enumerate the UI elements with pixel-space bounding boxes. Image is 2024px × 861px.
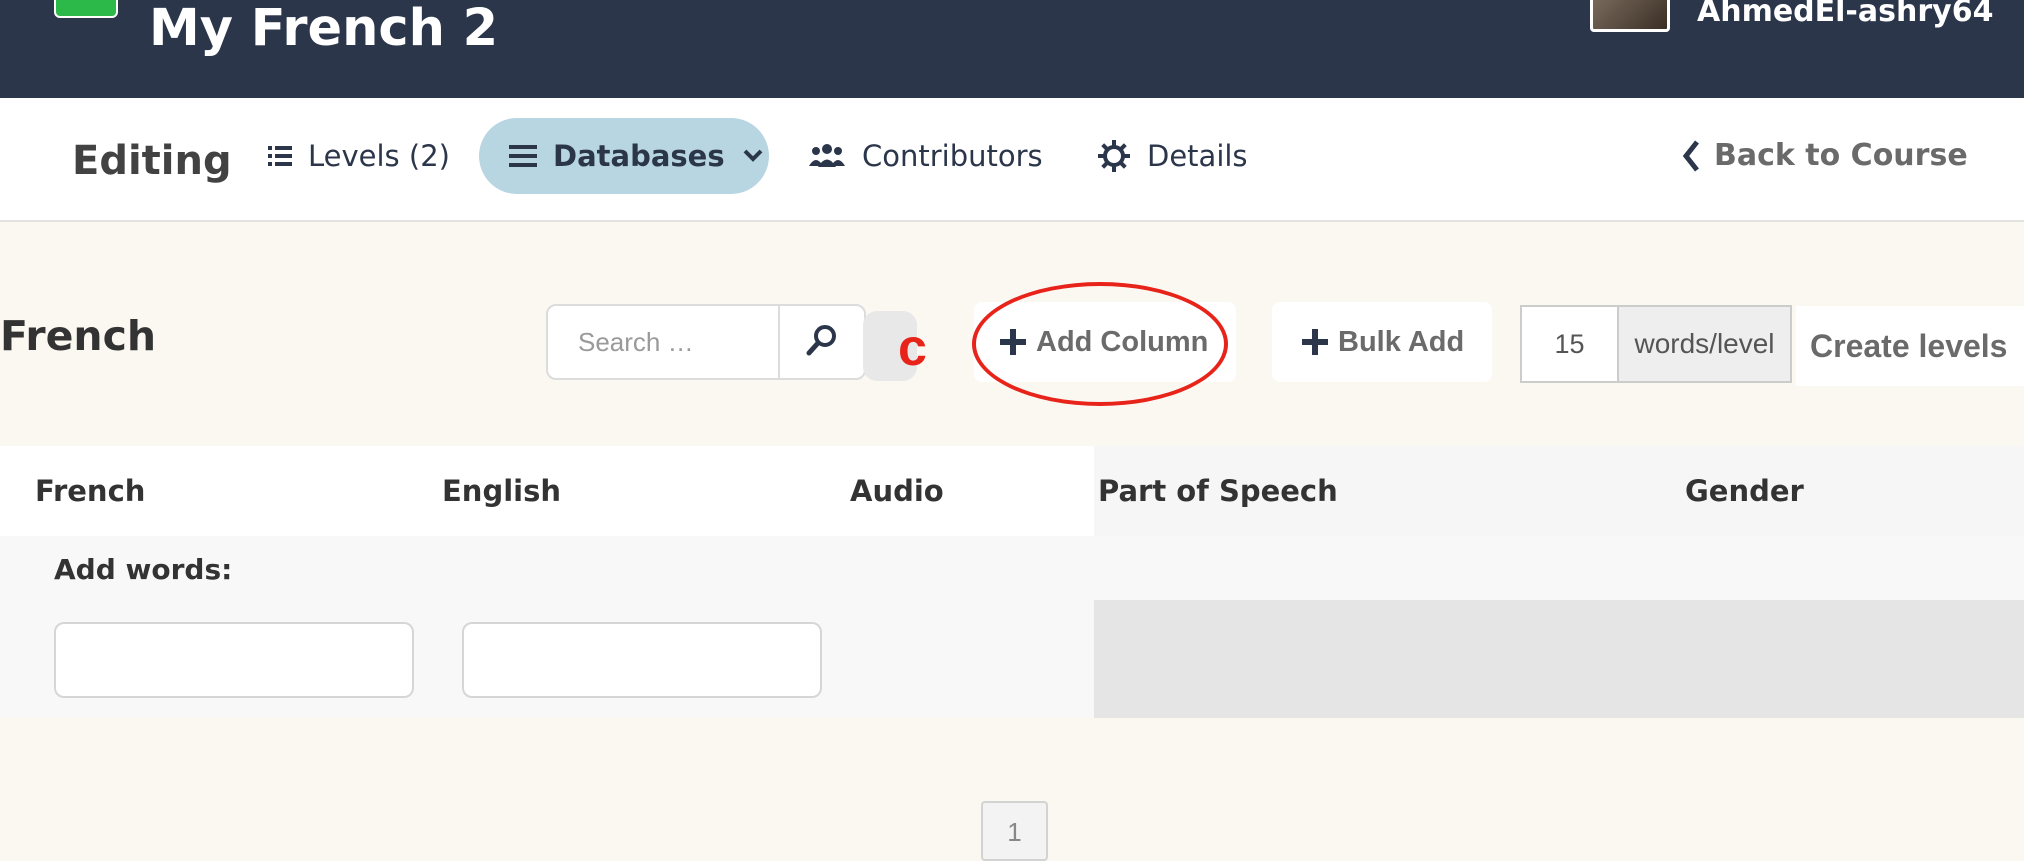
chevron-left-icon xyxy=(1682,139,1700,172)
words-per-level-input[interactable] xyxy=(1520,305,1619,383)
database-title: French xyxy=(0,312,157,360)
bulk-add-button[interactable]: Bulk Add xyxy=(1272,302,1492,382)
username-link[interactable]: AhmedEl-ashry64 xyxy=(1697,0,1993,30)
tab-databases[interactable]: Databases xyxy=(479,118,769,194)
words-per-level-suffix: words/level xyxy=(1619,305,1792,383)
menu-icon xyxy=(509,144,537,168)
gear-icon xyxy=(1097,139,1131,173)
words-per-level-group: words/level xyxy=(1520,305,1792,383)
pagination-page-1[interactable]: 1 xyxy=(981,801,1048,861)
column-header-part-of-speech[interactable]: Part of Speech xyxy=(1098,474,1338,508)
annotation-circle xyxy=(972,282,1228,406)
tab-databases-label: Databases xyxy=(553,139,725,173)
course-title: My French 2 xyxy=(149,0,499,58)
users-icon xyxy=(808,144,846,168)
column-header-audio[interactable]: Audio xyxy=(850,474,944,508)
editing-label: Editing xyxy=(72,138,232,184)
tab-levels[interactable]: Levels (2) xyxy=(268,118,450,194)
user-avatar[interactable] xyxy=(1590,0,1670,32)
tab-levels-label: Levels (2) xyxy=(308,139,450,173)
add-words-label: Add words: xyxy=(54,553,233,586)
tab-details[interactable]: Details xyxy=(1097,118,1248,194)
bulk-add-label: Bulk Add xyxy=(1338,325,1465,358)
search-icon xyxy=(805,323,839,361)
chevron-down-icon xyxy=(743,149,763,163)
add-words-row-right-top xyxy=(1094,536,2024,600)
search-button[interactable] xyxy=(778,306,864,378)
column-header-gender[interactable]: Gender xyxy=(1685,474,1804,508)
tab-details-label: Details xyxy=(1147,139,1248,173)
top-header: My French 2 AhmedEl-ashry64 xyxy=(0,0,2024,98)
course-badge xyxy=(54,0,118,18)
tab-contributors-label: Contributors xyxy=(862,139,1043,173)
add-english-word-input[interactable] xyxy=(462,622,822,698)
column-header-english[interactable]: English xyxy=(442,474,561,508)
create-levels-button[interactable]: Create levels xyxy=(1796,306,2024,386)
column-header-french[interactable]: French xyxy=(35,474,145,508)
add-words-row-disabled xyxy=(1094,600,2024,718)
annotation-letter: c xyxy=(898,319,927,377)
plus-icon xyxy=(1302,329,1328,355)
back-to-course-link[interactable]: Back to Course xyxy=(1682,138,1968,173)
add-french-word-input[interactable] xyxy=(54,622,414,698)
search-box xyxy=(546,304,866,380)
tab-contributors[interactable]: Contributors xyxy=(808,118,1043,194)
editing-navbar: Editing Levels (2) Databases Contributor… xyxy=(0,98,2024,222)
list-icon xyxy=(268,145,292,167)
back-to-course-label: Back to Course xyxy=(1714,138,1968,173)
search-input[interactable] xyxy=(548,306,778,378)
